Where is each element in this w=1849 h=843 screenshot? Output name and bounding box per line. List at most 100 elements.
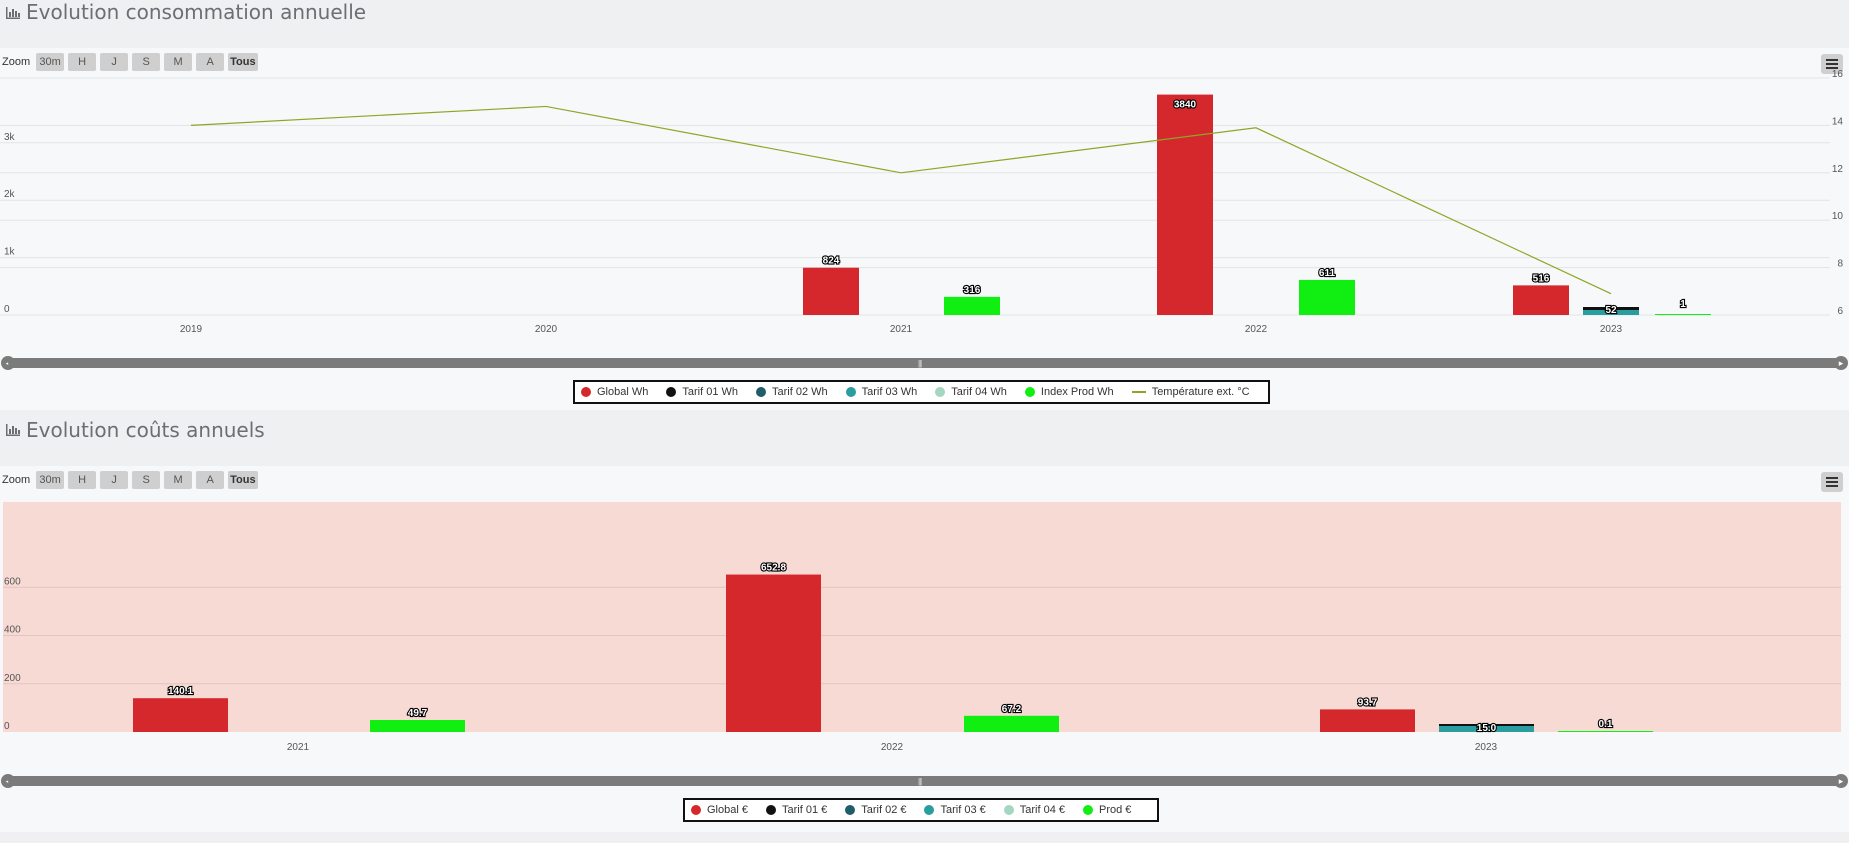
zoom-30m-button[interactable]: 30m (36, 471, 65, 489)
consumption-legend-item-tarif-01-wh[interactable]: Tarif 01 Wh (666, 386, 738, 398)
data-label: 316 (964, 285, 981, 296)
scroll-grip-icon[interactable]: ||| (918, 777, 922, 786)
bar-global-2023 (1320, 709, 1415, 732)
zoom-all-button[interactable]: Tous (228, 53, 258, 71)
legend-marker-icon (1082, 805, 1093, 815)
legend-label: Tarif 01 Wh (682, 386, 738, 398)
consumption-legend-item-tarif-02-wh[interactable]: Tarif 02 Wh (756, 386, 828, 398)
bar-index-prod-wh-2021 (944, 296, 1000, 315)
plot-band (3, 502, 1841, 732)
costs-legend-item-tarif-03[interactable]: Tarif 03 € (924, 804, 986, 816)
consumption-legend-item-index-prod-wh[interactable]: Index Prod Wh (1024, 386, 1114, 398)
data-label: 15.0 (1477, 723, 1497, 734)
y2-tick-label: 10 (1832, 211, 1844, 222)
bar-prod-2021 (370, 720, 465, 732)
costs-menu-button[interactable] (1821, 472, 1843, 492)
costs-legend-item-tarif-01[interactable]: Tarif 01 € (765, 804, 828, 816)
legend-label: Température ext. °C (1151, 386, 1250, 398)
scroll-grip-icon[interactable]: ||| (918, 359, 922, 368)
bar-global-2022 (726, 574, 821, 732)
x-tick-label: 2022 (1245, 324, 1268, 335)
y-tick-label: 400 (4, 625, 21, 636)
legend-marker-icon (1003, 805, 1014, 815)
consumption-legend-item-global-wh[interactable]: Global Wh (581, 386, 648, 398)
costs-legend-item-global[interactable]: Global € (691, 804, 748, 816)
zoom-month-button[interactable]: M (164, 471, 193, 489)
legend-marker-icon (935, 387, 946, 397)
legend-label: Global Wh (597, 386, 649, 398)
zoom-year-button[interactable]: A (196, 53, 225, 71)
zoom-30m-button[interactable]: 30m (36, 53, 65, 71)
zoom-hour-button[interactable]: H (68, 471, 97, 489)
consumption-legend: Global Wh Tarif 01 Wh Tarif 02 Wh Tarif 03 … (573, 380, 1270, 404)
zoom-day-button[interactable]: J (100, 53, 129, 71)
y2-tick-label: 12 (1832, 164, 1844, 175)
zoom-month-button[interactable]: M (164, 53, 193, 71)
zoom-day-button[interactable]: J (100, 471, 129, 489)
zoom-label: Zoom (2, 474, 31, 486)
zoom-week-button[interactable]: S (132, 471, 161, 489)
bar-prod-2023 (1558, 731, 1653, 732)
consumption-legend-item-temp-rature-ext-c[interactable]: Température ext. °C (1131, 386, 1250, 398)
consumption-title: Evolution consommation annuelle (26, 0, 367, 24)
y2-tick-label: 16 (1832, 70, 1844, 80)
x-tick-label: 2021 (287, 742, 310, 753)
y-tick-label: 0 (4, 721, 10, 732)
y-tick-label: 200 (4, 673, 21, 684)
x-tick-label: 2021 (890, 324, 913, 335)
legend-label: Tarif 02 Wh (772, 386, 828, 398)
data-label: 3840 (1174, 100, 1197, 111)
consumption-navigator-scrollbar[interactable]: ◂ ||| ▸ (0, 356, 1849, 370)
data-label: 824 (823, 256, 840, 267)
x-tick-label: 2022 (881, 742, 904, 753)
zoom-week-button[interactable]: S (132, 53, 161, 71)
zoom-label: Zoom (2, 56, 31, 68)
x-tick-label: 2023 (1600, 324, 1623, 335)
costs-chart: 0 200 400 600 2021 2022 2023 140.1 652.8 93.7 15.0… (3, 502, 1841, 753)
zoom-year-button[interactable]: A (196, 471, 225, 489)
legend-label: Prod € (1098, 804, 1132, 816)
data-label: 0.1 (1599, 719, 1613, 730)
legend-marker-icon (666, 387, 677, 397)
costs-navigator-scrollbar[interactable]: ◂ ||| ▸ (0, 774, 1849, 788)
bar-global-2021 (133, 698, 228, 732)
bar-index-prod-wh-2022 (1299, 279, 1355, 315)
y-tick-label: 600 (4, 576, 21, 587)
y2-tick-label: 8 (1837, 259, 1843, 270)
data-label: 52 (1605, 305, 1617, 316)
legend-marker-icon (845, 805, 856, 815)
bar-global-wh-2023 (1513, 285, 1569, 315)
legend-label: Tarif 04 € (1019, 804, 1065, 816)
legend-label: Tarif 01 € (781, 804, 828, 816)
data-label: 652.8 (761, 563, 786, 574)
data-label: 140.1 (168, 686, 193, 697)
y-tick-label: 2k (4, 189, 16, 200)
y2-tick-label: 14 (1832, 116, 1844, 127)
zoom-hour-button[interactable]: H (68, 53, 97, 71)
costs-header: Evolution coûts annuels (0, 410, 1849, 466)
legend-label: Tarif 03 € (940, 804, 986, 816)
legend-marker-icon (756, 387, 766, 397)
legend-label: Tarif 02 € (861, 804, 907, 816)
legend-marker-icon (1024, 387, 1035, 397)
data-label: 516 (1533, 273, 1550, 284)
legend-marker-icon (691, 805, 701, 815)
data-label: 1 (1680, 299, 1686, 310)
y-tick-label: 3k (4, 132, 16, 143)
consumption-legend-item-tarif-03-wh[interactable]: Tarif 03 Wh (845, 386, 917, 398)
x-tick-label: 2023 (1475, 742, 1498, 753)
consumption-chart: 0 1k 2k 3k 6 8 10 12 14 16 2019 2020 2021 2022 2023 824… (0, 70, 1844, 335)
bar-index-prod-wh-2023 (1655, 314, 1711, 315)
costs-legend-item-tarif-04[interactable]: Tarif 04 € (1003, 804, 1065, 816)
consumption-legend-item-tarif-04-wh[interactable]: Tarif 04 Wh (935, 386, 1007, 398)
legend-marker-icon (765, 805, 776, 815)
costs-legend-item-prod[interactable]: Prod € (1082, 804, 1132, 816)
bar-global-wh-2021 (803, 267, 859, 315)
costs-legend-item-tarif-02[interactable]: Tarif 02 € (845, 804, 906, 816)
scroll-right-arrow-icon[interactable]: ▸ (1834, 356, 1848, 370)
legend-marker-icon (845, 387, 856, 397)
scroll-right-arrow-icon[interactable]: ▸ (1834, 774, 1848, 788)
chart-icon (6, 7, 20, 19)
zoom-all-button[interactable]: Tous (228, 471, 258, 489)
bar-global-wh-2022 (1157, 94, 1213, 315)
